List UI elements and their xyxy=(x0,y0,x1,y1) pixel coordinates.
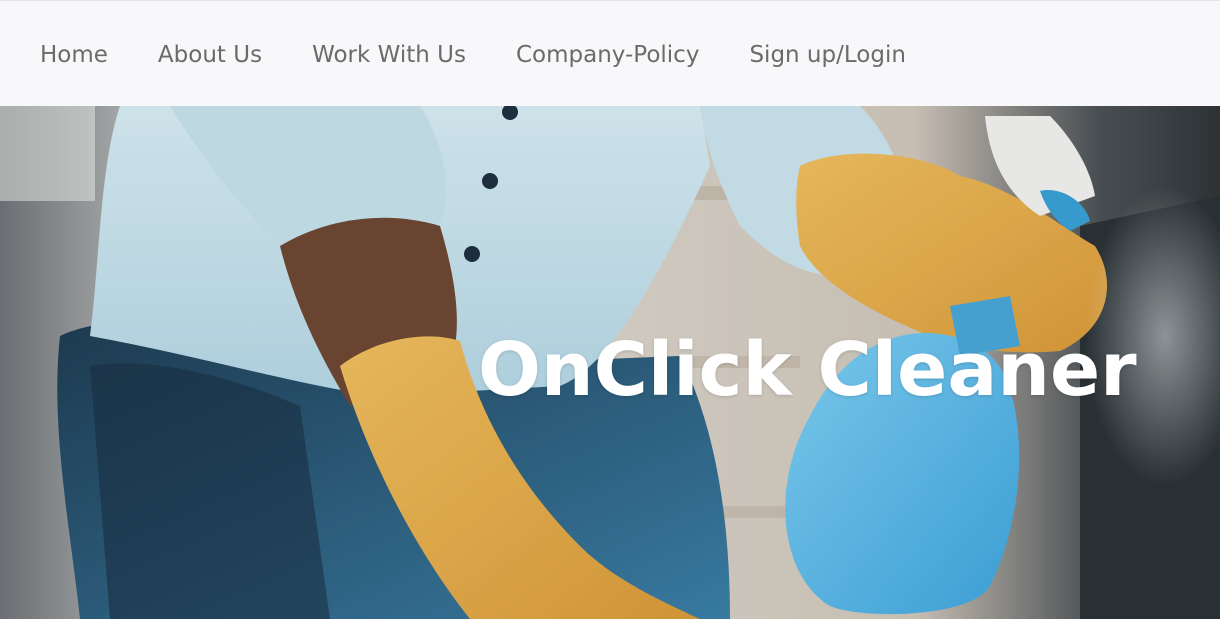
nav-menu: Home About Us Work With Us Company-Polic… xyxy=(40,39,956,71)
hero-title: OnClick Cleaner xyxy=(478,326,1137,413)
nav-item-home: Home xyxy=(40,39,158,71)
nav-link-home[interactable]: Home xyxy=(40,39,108,71)
hero-banner: OnClick Cleaner xyxy=(0,106,1220,619)
nav-item-work: Work With Us xyxy=(312,39,516,71)
nav-item-about: About Us xyxy=(158,39,312,71)
nav-link-about-us[interactable]: About Us xyxy=(158,39,262,71)
nav-item-signup: Sign up/Login xyxy=(749,39,955,71)
nav-link-signup-login[interactable]: Sign up/Login xyxy=(749,39,905,71)
nav-link-company-policy[interactable]: Company-Policy xyxy=(516,39,699,71)
nav-link-work-with-us[interactable]: Work With Us xyxy=(312,39,466,71)
nav-item-policy: Company-Policy xyxy=(516,39,749,71)
top-navbar: Home About Us Work With Us Company-Polic… xyxy=(0,0,1220,106)
